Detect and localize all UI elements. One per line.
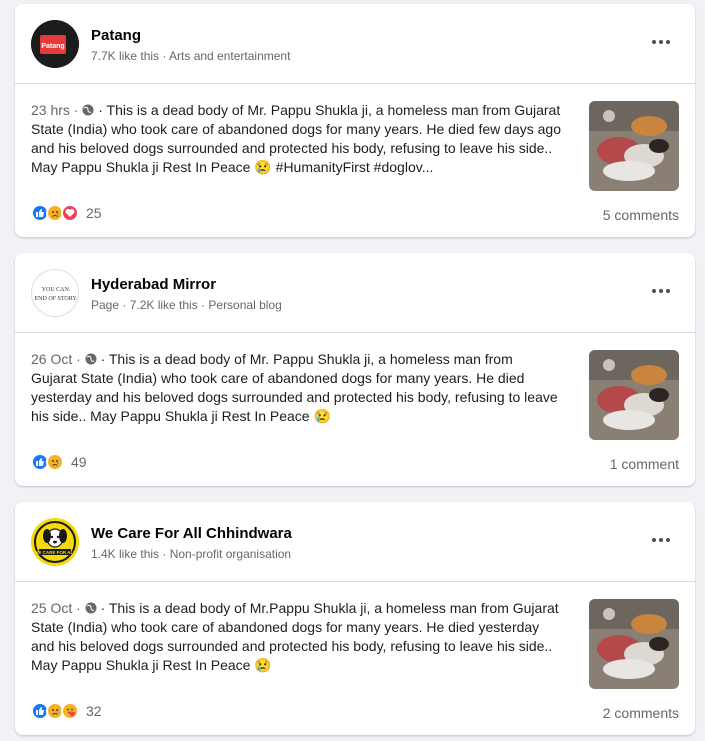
reaction-summary[interactable]: 49 — [31, 452, 87, 472]
page-avatar[interactable]: YOU CAN. END OF STORY. — [31, 269, 79, 317]
page-name[interactable]: We Care For All Chhindwara — [91, 525, 292, 542]
reaction-count: 49 — [71, 454, 87, 470]
post-photo — [589, 101, 679, 191]
page-avatar[interactable]: Patang — [31, 20, 79, 68]
post-header: WE CARE FOR ALL We Care For All Chhindwa… — [15, 502, 695, 582]
page-name[interactable]: Patang — [91, 27, 141, 44]
post-card: YOU CAN. END OF STORY. Hyderabad Mirror … — [15, 253, 695, 486]
more-options-button[interactable] — [645, 279, 677, 303]
page-meta: Page · 7.2K like this · Personal blog — [91, 298, 282, 312]
reaction-summary[interactable]: 32 — [31, 701, 102, 721]
post-header: Patang Patang 7.7K like this · Arts and … — [15, 4, 695, 84]
care-icon — [61, 702, 79, 720]
post-text: 25 Oct · · This is a dead body of Mr.Pap… — [31, 599, 561, 675]
more-options-button[interactable] — [645, 528, 677, 552]
reaction-count: 32 — [86, 703, 102, 719]
post-body-text: · This is a dead body of Mr. Pappu Shukl… — [31, 351, 558, 424]
globe-icon — [82, 104, 94, 116]
post-photo — [589, 599, 679, 689]
comments-link[interactable]: 1 comment — [610, 456, 679, 472]
page-meta: 7.7K like this · Arts and entertainment — [91, 49, 291, 63]
post-image[interactable] — [589, 599, 679, 689]
dog-logo-icon: WE CARE FOR ALL — [31, 518, 79, 566]
post-time[interactable]: 25 Oct · — [31, 600, 85, 616]
page-name[interactable]: Hyderabad Mirror — [91, 276, 216, 293]
page-avatar[interactable]: WE CARE FOR ALL — [31, 518, 79, 566]
post-text: 26 Oct · · This is a dead body of Mr. Pa… — [31, 350, 561, 426]
globe-icon — [85, 602, 97, 614]
post-card: WE CARE FOR ALL We Care For All Chhindwa… — [15, 502, 695, 735]
post-time[interactable]: 26 Oct · — [31, 351, 85, 367]
post-text: 23 hrs · · This is a dead body of Mr. Pa… — [31, 101, 561, 177]
post-body-text: · This is a dead body of Mr. Pappu Shukl… — [31, 102, 561, 175]
post-header: YOU CAN. END OF STORY. Hyderabad Mirror … — [15, 253, 695, 333]
post-image[interactable] — [589, 101, 679, 191]
svg-text:Patang: Patang — [41, 43, 64, 50]
reaction-summary[interactable]: 25 — [31, 203, 102, 223]
post-time[interactable]: 23 hrs · — [31, 102, 82, 118]
post-image[interactable] — [589, 350, 679, 440]
svg-text:WE CARE FOR ALL: WE CARE FOR ALL — [34, 550, 76, 555]
post-card: Patang Patang 7.7K like this · Arts and … — [15, 4, 695, 237]
comments-link[interactable]: 2 comments — [603, 705, 679, 721]
post-body-text: · This is a dead body of Mr.Pappu Shukla… — [31, 600, 559, 673]
svg-text:YOU CAN.: YOU CAN. — [42, 287, 71, 293]
post-photo — [589, 350, 679, 440]
you-can-logo-icon: YOU CAN. END OF STORY. — [35, 287, 78, 302]
globe-icon — [85, 353, 97, 365]
reaction-count: 25 — [86, 205, 102, 221]
svg-text:END OF STORY.: END OF STORY. — [35, 296, 78, 302]
love-icon — [61, 204, 79, 222]
comments-link[interactable]: 5 comments — [603, 207, 679, 223]
page-meta: 1.4K like this · Non-profit organisation — [91, 547, 292, 561]
more-options-button[interactable] — [645, 30, 677, 54]
sad-icon — [46, 453, 64, 471]
patang-logo-icon: Patang — [31, 20, 79, 68]
